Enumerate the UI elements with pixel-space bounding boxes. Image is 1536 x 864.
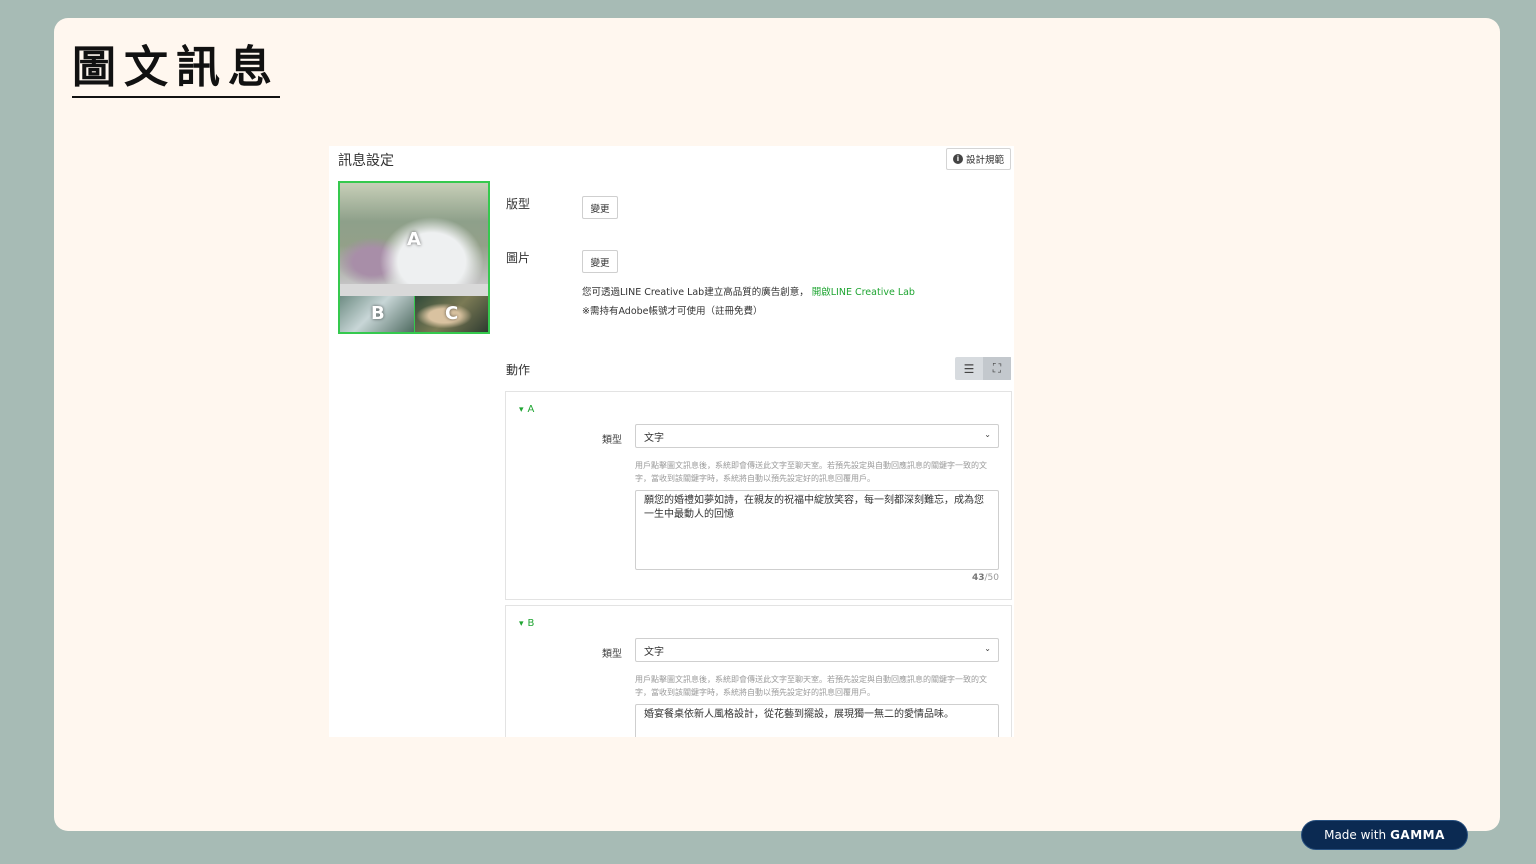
action-card-b-toggle[interactable]: ▾ B — [519, 618, 534, 629]
imagemap-preview[interactable]: A B C — [338, 181, 490, 334]
type-select-value: 文字 — [644, 646, 664, 658]
action-card-a: ▾ A 類型 文字 ⌄ 用戶點擊圖文訊息後，系統即會傳送此文字至聊天室。若預先設… — [505, 391, 1012, 600]
type-select[interactable]: 文字 ⌄ — [635, 638, 999, 662]
list-icon[interactable]: ☰ — [955, 357, 983, 380]
embedded-screenshot: 訊息設定 i 設計規範 A B C 版型 變更 圖片 變更 您可透過LINE C… — [329, 146, 1014, 737]
design-guide-button[interactable]: i 設計規範 — [946, 148, 1011, 170]
slide: 圖文訊息 訊息設定 i 設計規範 A B C 版型 變更 圖片 變更 您可透過L… — [54, 18, 1500, 831]
action-card-b-id: B — [527, 618, 535, 629]
action-text-input[interactable]: 婚宴餐桌依新人風格設計，從花藝到擺設，展現獨一無二的愛情品味。 — [635, 704, 999, 737]
creative-lab-note: 您可透過LINE Creative Lab建立高品質的廣告創意， 開啟LINE … — [582, 284, 915, 298]
preview-label-b: B — [371, 303, 385, 324]
badge-brand: GAMMA — [1390, 828, 1445, 842]
char-max: /50 — [984, 573, 999, 583]
slide-title: 圖文訊息 — [72, 42, 280, 98]
badge-prefix: Made with — [1324, 828, 1387, 842]
type-select[interactable]: 文字 ⌄ — [635, 424, 999, 448]
layout-change-button[interactable]: 變更 — [582, 196, 618, 219]
action-card-b: ▾ B 類型 文字 ⌄ 用戶點擊圖文訊息後，系統即會傳送此文字至聊天室。若預先設… — [505, 605, 1012, 737]
action-text-input[interactable]: 願您的婚禮如夢如詩，在親友的祝福中綻放笑容，每一刻都深刻難忘，成為您一生中最動人… — [635, 490, 999, 570]
chevron-down-icon: ⌄ — [984, 644, 991, 653]
type-label: 類型 — [602, 435, 622, 446]
type-label: 類型 — [602, 649, 622, 660]
char-counter: 43/50 — [972, 573, 999, 583]
adobe-note: ※需持有Adobe帳號才可使用（註冊免費） — [582, 306, 763, 317]
preview-label-c: C — [445, 303, 459, 324]
expand-icon[interactable]: ⛶ — [983, 357, 1011, 380]
action-card-a-id: A — [527, 404, 535, 415]
chevron-down-icon: ▾ — [519, 618, 524, 629]
type-select-value: 文字 — [644, 432, 664, 444]
image-change-button[interactable]: 變更 — [582, 250, 618, 273]
info-circle-icon: i — [952, 154, 963, 164]
char-count: 43 — [971, 573, 985, 583]
action-hint: 用戶點擊圖文訊息後，系統即會傳送此文字至聊天室。若預先設定與自動回應訊息的關鍵字… — [635, 675, 987, 697]
layout-label: 版型 — [506, 197, 531, 211]
action-hint: 用戶點擊圖文訊息後，系統即會傳送此文字至聊天室。若預先設定與自動回應訊息的關鍵字… — [635, 461, 987, 483]
preview-label-a: A — [407, 229, 421, 250]
panel-title: 訊息設定 — [338, 153, 394, 169]
creative-lab-note-text: 您可透過LINE Creative Lab建立高品質的廣告創意， — [582, 287, 809, 298]
design-guide-label: 設計規範 — [965, 155, 1004, 166]
made-with-badge[interactable]: Made with GAMMA — [1301, 820, 1468, 850]
actions-label: 動作 — [506, 363, 531, 377]
creative-lab-link[interactable]: 開啟LINE Creative Lab — [812, 287, 915, 298]
image-label: 圖片 — [506, 251, 531, 265]
action-card-a-toggle[interactable]: ▾ A — [519, 404, 534, 415]
view-toggle: ☰ ⛶ — [955, 357, 1012, 380]
chevron-down-icon: ▾ — [519, 404, 524, 415]
chevron-down-icon: ⌄ — [984, 430, 991, 439]
